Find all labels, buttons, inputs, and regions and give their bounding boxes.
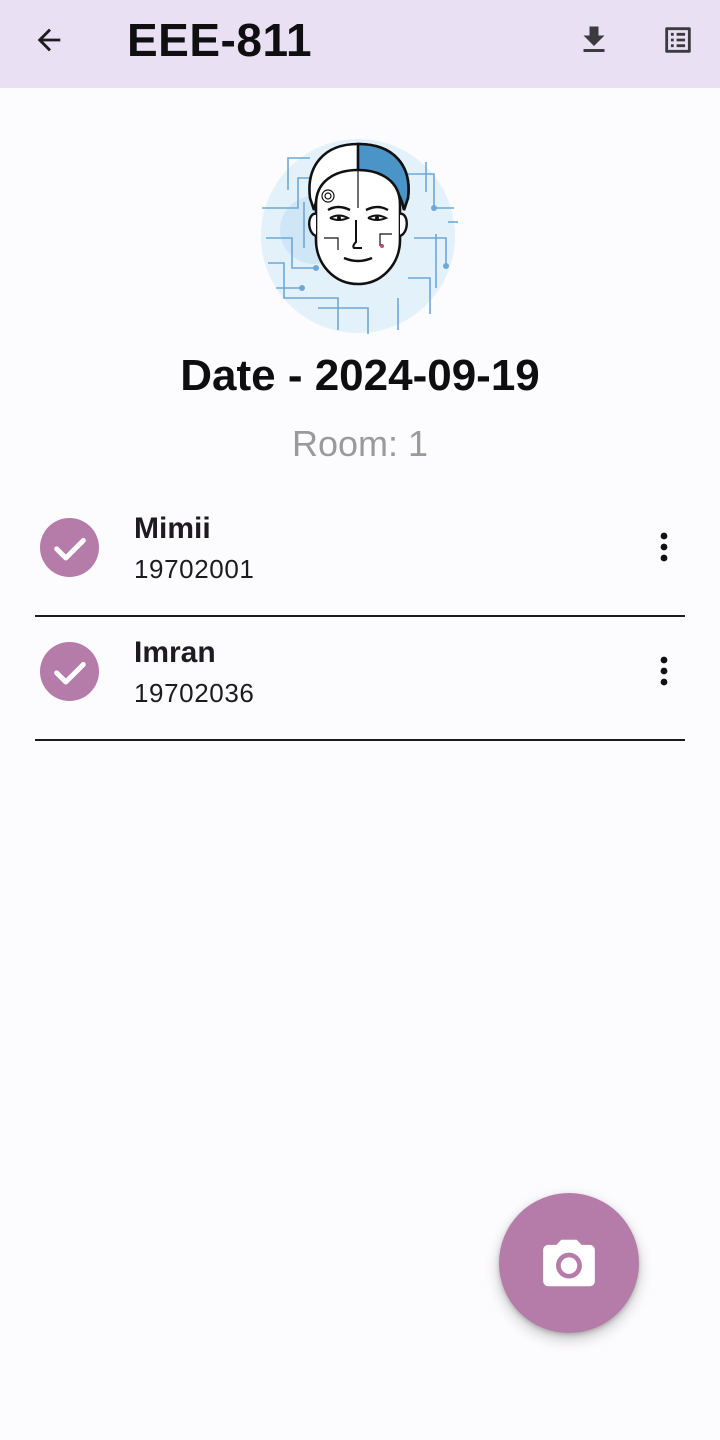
more-vert-icon (660, 656, 668, 686)
list-item[interactable]: Imran 19702036 (0, 617, 720, 741)
download-button[interactable] (566, 12, 622, 68)
more-vert-icon (660, 532, 668, 562)
present-check-icon (40, 518, 99, 577)
list-alt-icon (665, 27, 691, 53)
download-icon (583, 26, 605, 52)
more-options-button[interactable] (640, 523, 688, 571)
more-options-button[interactable] (640, 647, 688, 695)
attendance-sheet-button[interactable] (650, 12, 706, 68)
app-bar: EEE-811 (0, 0, 720, 88)
student-id: 19702036 (134, 678, 255, 708)
face-recognition-illustration (258, 138, 462, 336)
room-label: Room: 1 (291, 423, 429, 464)
app-title: EEE-811 (127, 14, 313, 66)
camera-icon (543, 1239, 595, 1287)
capture-photo-button[interactable] (499, 1193, 639, 1333)
arrow-back-icon (37, 28, 61, 52)
list-item[interactable]: Mimii 19702001 (0, 493, 720, 617)
attendance-list: Mimii 19702001 Imran 19702036 (0, 493, 720, 741)
student-id: 19702001 (134, 554, 255, 584)
session-date-title: Date - 2024-09-19 (180, 351, 540, 400)
student-name: Mimii (134, 512, 211, 545)
back-button[interactable] (21, 12, 77, 68)
present-check-icon (40, 642, 99, 701)
divider (35, 739, 685, 741)
student-name: Imran (134, 636, 216, 669)
